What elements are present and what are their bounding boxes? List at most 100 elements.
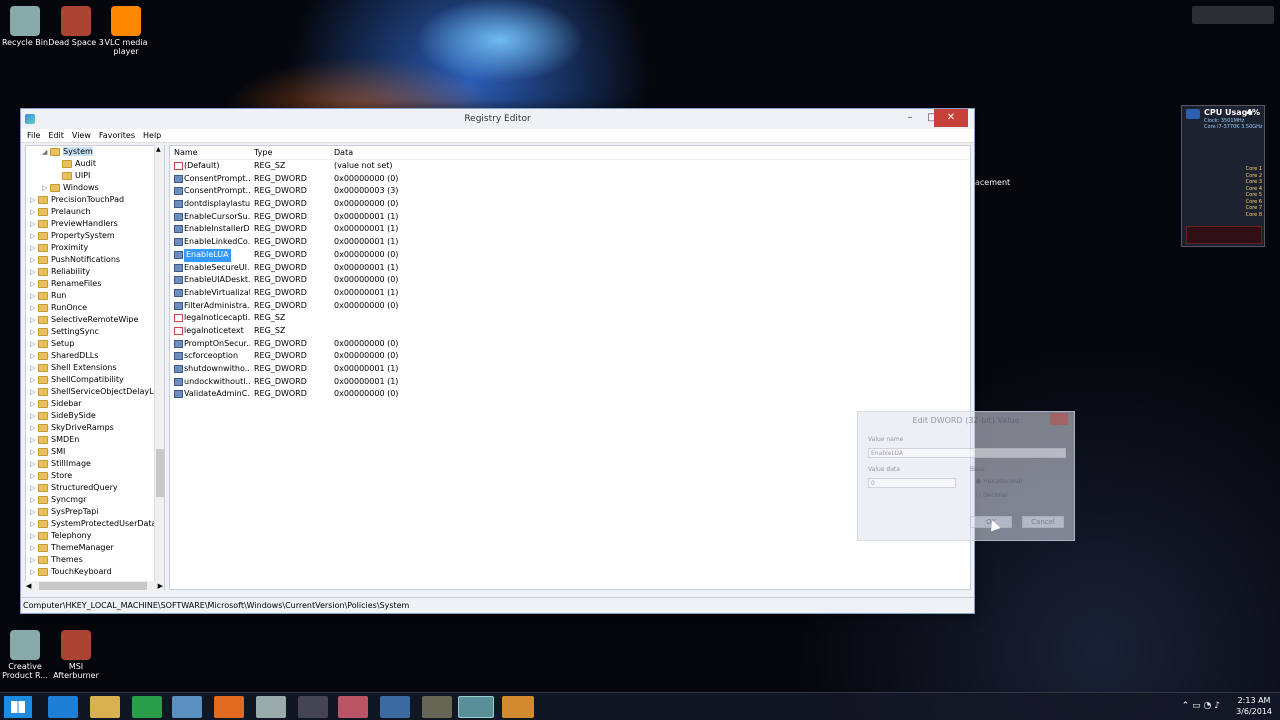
app-icon-9[interactable]: [422, 696, 452, 718]
cancel-button[interactable]: Cancel: [1022, 516, 1064, 528]
collapsed-arrow-icon[interactable]: ▷: [30, 386, 38, 398]
value-row[interactable]: FilterAdministra... REG_DWORD 0x00000000 (…: [170, 300, 970, 313]
tree-item[interactable]: ▷ SMDEn: [26, 434, 164, 446]
collapsed-arrow-icon[interactable]: ▷: [30, 434, 38, 446]
file-explorer-icon[interactable]: [90, 696, 120, 718]
scroll-left-icon[interactable]: ◀: [26, 581, 31, 591]
value-row[interactable]: (Default) REG_SZ (value not set): [170, 160, 970, 173]
collapsed-arrow-icon[interactable]: ▷: [30, 278, 38, 290]
tree-item[interactable]: ▷ SharedDLLs: [26, 350, 164, 362]
value-row[interactable]: shutdownwitho... REG_DWORD 0x00000001 (1): [170, 363, 970, 376]
menu-favorites[interactable]: Favorites: [99, 129, 135, 142]
column-type[interactable]: Type: [254, 146, 272, 160]
value-row[interactable]: ConsentPrompt... REG_DWORD 0x00000003 (3): [170, 185, 970, 198]
calendar-icon[interactable]: [298, 696, 328, 718]
firefox-icon[interactable]: [214, 696, 244, 718]
tree-item[interactable]: ▷ Sidebar: [26, 398, 164, 410]
collapsed-arrow-icon[interactable]: ▷: [30, 290, 38, 302]
expanded-arrow-icon[interactable]: ◢: [42, 146, 50, 158]
close-button[interactable]: ✕: [934, 109, 968, 127]
tray-icons[interactable]: ⌃ ▭ ◔ ♪: [1182, 701, 1220, 711]
decimal-radio[interactable]: ○ Decimal: [976, 492, 1008, 499]
value-row[interactable]: ConsentPrompt... REG_DWORD 0x00000000 (0): [170, 173, 970, 186]
tree-item[interactable]: ▷ Shell Extensions: [26, 362, 164, 374]
value-row[interactable]: EnableCursorSu... REG_DWORD 0x00000001 (1): [170, 211, 970, 224]
window-titlebar[interactable]: Registry Editor – □ ✕: [21, 109, 974, 129]
value-row[interactable]: EnableLinkedCo... REG_DWORD 0x00000001 (1): [170, 236, 970, 249]
collapsed-arrow-icon[interactable]: ▷: [30, 482, 38, 494]
collapsed-arrow-icon[interactable]: ▷: [30, 302, 38, 314]
tree-vertical-scrollbar[interactable]: ▲: [154, 145, 164, 590]
tree-item[interactable]: ▷ ShellCompatibility: [26, 374, 164, 386]
collapsed-arrow-icon[interactable]: ▷: [30, 314, 38, 326]
tree-item[interactable]: ▷ RenameFiles: [26, 278, 164, 290]
tree-scroll-thumb[interactable]: [156, 449, 164, 497]
control-panel-icon[interactable]: [172, 696, 202, 718]
collapsed-arrow-icon[interactable]: ▷: [30, 470, 38, 482]
collapsed-arrow-icon[interactable]: ▷: [30, 494, 38, 506]
value-row[interactable]: EnableInstallerD... REG_DWORD 0x00000001 (…: [170, 223, 970, 236]
collapsed-arrow-icon[interactable]: ▷: [30, 446, 38, 458]
tree-item[interactable]: ▷ Syncmgr: [26, 494, 164, 506]
app-icon-8[interactable]: [380, 696, 410, 718]
collapsed-arrow-icon[interactable]: ▷: [30, 518, 38, 530]
value-name-field[interactable]: EnableLUA: [868, 448, 1066, 458]
collapsed-arrow-icon[interactable]: ▷: [30, 398, 38, 410]
tree-item[interactable]: ▷ Windows: [26, 182, 164, 194]
collapsed-arrow-icon[interactable]: ▷: [30, 194, 38, 206]
tree-item[interactable]: ▷ PrecisionTouchPad: [26, 194, 164, 206]
start-button[interactable]: [4, 696, 32, 718]
collapsed-arrow-icon[interactable]: ▷: [30, 362, 38, 374]
tree-hscroll-thumb[interactable]: [39, 582, 147, 590]
collapsed-arrow-icon[interactable]: ▷: [30, 374, 38, 386]
menu-file[interactable]: File: [27, 129, 40, 142]
tree-item[interactable]: ▷ ThemeManager: [26, 542, 164, 554]
menu-help[interactable]: Help: [143, 129, 161, 142]
collapsed-arrow-icon[interactable]: ▷: [30, 350, 38, 362]
value-data-field[interactable]: 0: [868, 478, 956, 488]
app-icon-11[interactable]: [502, 696, 534, 718]
tree-item[interactable]: ▷ Themes: [26, 554, 164, 566]
minimize-button[interactable]: –: [898, 109, 922, 127]
tree-item[interactable]: ▷ PushNotifications: [26, 254, 164, 266]
collapsed-arrow-icon[interactable]: ▷: [42, 182, 50, 194]
tree-item[interactable]: ▷ SettingSync: [26, 326, 164, 338]
collapsed-arrow-icon[interactable]: ▷: [30, 254, 38, 266]
desktop-icon-2-icons_top[interactable]: VLC media player: [95, 6, 157, 56]
menu-edit[interactable]: Edit: [48, 129, 64, 142]
tree-item[interactable]: UIPI: [26, 170, 164, 182]
regedit-taskbar-icon[interactable]: [458, 696, 494, 718]
collapsed-arrow-icon[interactable]: ▷: [30, 242, 38, 254]
value-row[interactable]: PromptOnSecur... REG_DWORD 0x00000000 (0): [170, 338, 970, 351]
hexadecimal-radio[interactable]: ● Hexadecimal: [976, 478, 1022, 485]
collapsed-arrow-icon[interactable]: ▷: [30, 506, 38, 518]
value-row[interactable]: scforceoption REG_DWORD 0x00000000 (0): [170, 350, 970, 363]
tree-item[interactable]: ▷ Proximity: [26, 242, 164, 254]
collapsed-arrow-icon[interactable]: ▷: [30, 326, 38, 338]
tree-item[interactable]: ▷ Run: [26, 290, 164, 302]
tree-item[interactable]: ▷ PropertySystem: [26, 230, 164, 242]
collapsed-arrow-icon[interactable]: ▷: [30, 422, 38, 434]
tree-item[interactable]: ▷ SystemProtectedUserData: [26, 518, 164, 530]
scroll-up-icon[interactable]: ▲: [156, 146, 161, 153]
tree-item[interactable]: ▷ ShellServiceObjectDelayLoad: [26, 386, 164, 398]
system-clock[interactable]: 2:13 AM 3/6/2014: [1236, 695, 1272, 717]
internet-explorer-icon[interactable]: [48, 696, 78, 718]
column-data[interactable]: Data: [334, 146, 353, 160]
collapsed-arrow-icon[interactable]: ▷: [30, 218, 38, 230]
tree-item[interactable]: ▷ SMI: [26, 446, 164, 458]
tree-item[interactable]: ▷ RunOnce: [26, 302, 164, 314]
collapsed-arrow-icon[interactable]: ▷: [30, 458, 38, 470]
value-row[interactable]: EnableVirtualizat... REG_DWORD 0x00000001 …: [170, 287, 970, 300]
tree-item[interactable]: ▷ TouchKeyboard: [26, 566, 164, 578]
value-row[interactable]: EnableSecureUI... REG_DWORD 0x00000001 (1): [170, 262, 970, 275]
tree-item[interactable]: ▷ Store: [26, 470, 164, 482]
collapsed-arrow-icon[interactable]: ▷: [30, 566, 38, 578]
column-name[interactable]: Name: [174, 146, 198, 160]
collapsed-arrow-icon[interactable]: ▷: [30, 542, 38, 554]
value-row[interactable]: legalnoticetext REG_SZ: [170, 325, 970, 338]
tree-item[interactable]: ▷ PreviewHandlers: [26, 218, 164, 230]
tree-horizontal-scrollbar[interactable]: ◀ ▶: [25, 581, 164, 591]
tree-item[interactable]: ▷ Prelaunch: [26, 206, 164, 218]
collapsed-arrow-icon[interactable]: ▷: [30, 530, 38, 542]
